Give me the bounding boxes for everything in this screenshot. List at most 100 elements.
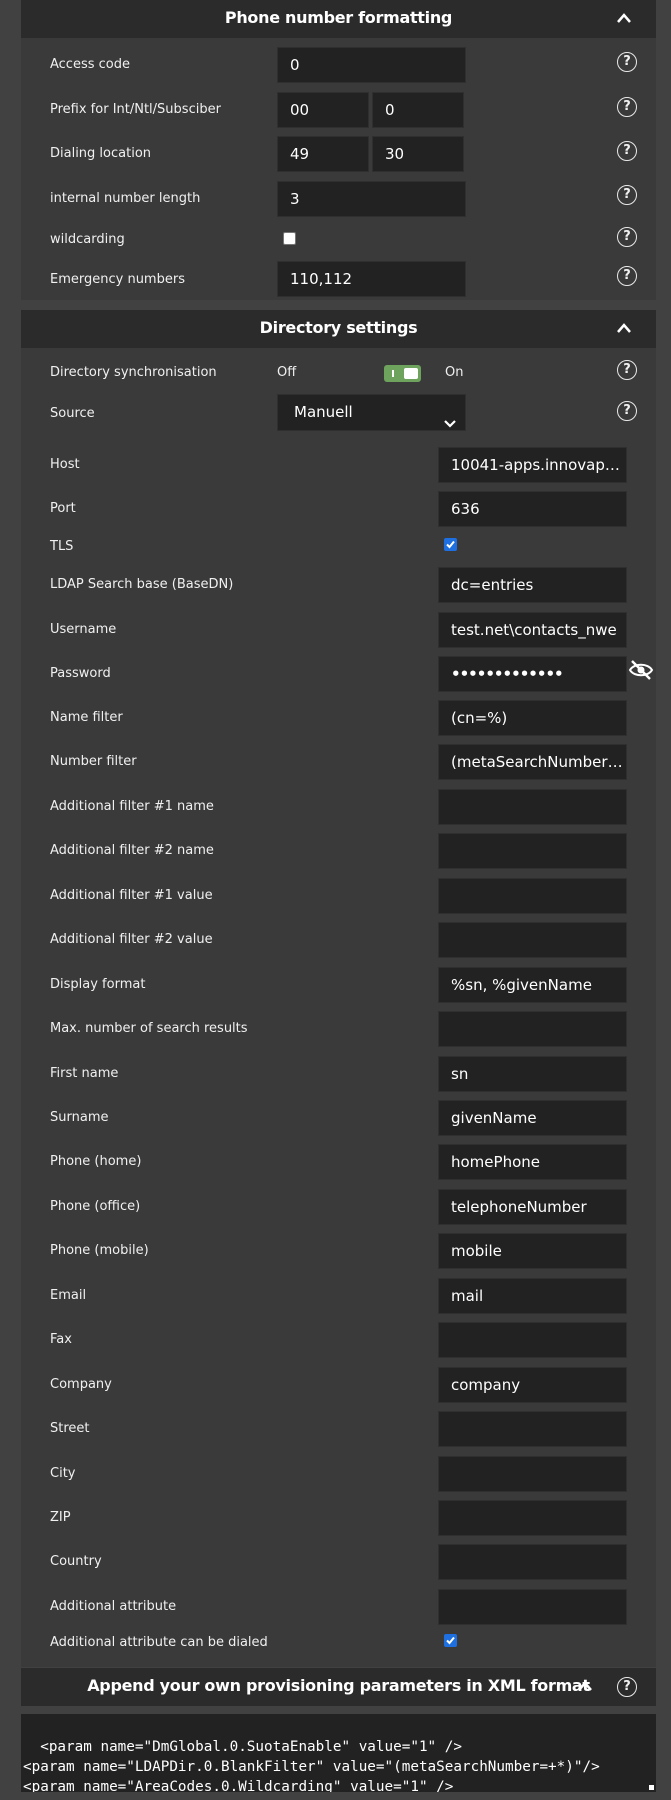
help-icon[interactable]: ? xyxy=(617,401,637,421)
phone-mobile-input[interactable]: mobile xyxy=(438,1233,627,1269)
email-label: Email xyxy=(50,1288,87,1303)
phone-home-label: Phone (home) xyxy=(50,1154,142,1169)
section-title: Append your own provisioning parameters … xyxy=(87,1676,590,1695)
fax-input[interactable] xyxy=(438,1322,627,1358)
phone-home-input[interactable]: homePhone xyxy=(438,1144,627,1180)
display-format-input[interactable]: %sn, %givenName xyxy=(438,967,627,1003)
phone-office-input[interactable]: telephoneNumber xyxy=(438,1189,627,1225)
number-filter-label: Number filter xyxy=(50,754,137,769)
wildcarding-checkbox[interactable] xyxy=(283,232,296,245)
add-filter2-name-input[interactable] xyxy=(438,833,627,869)
surname-label: Surname xyxy=(50,1110,109,1125)
chevron-up-icon[interactable] xyxy=(577,1680,593,1694)
add-filter2-value-input[interactable] xyxy=(438,922,627,958)
xml-header[interactable]: Append your own provisioning parameters … xyxy=(21,1668,656,1706)
fax-label: Fax xyxy=(50,1332,72,1347)
company-input[interactable]: company xyxy=(438,1367,627,1403)
password-input[interactable]: ••••••••••••• xyxy=(438,656,627,692)
first-name-label: First name xyxy=(50,1066,119,1081)
access-code-label: Access code xyxy=(50,57,130,72)
max-results-input[interactable] xyxy=(438,1011,627,1047)
prefix-int-input[interactable]: 00 xyxy=(277,92,369,128)
additional-attr-label: Additional attribute xyxy=(50,1599,177,1614)
additional-attr-input[interactable] xyxy=(438,1589,627,1625)
dialing-location-label: Dialing location xyxy=(50,146,152,161)
city-input[interactable] xyxy=(438,1456,627,1492)
basedn-label: LDAP Search base (BaseDN) xyxy=(50,577,234,592)
internal-length-label: internal number length xyxy=(50,191,201,206)
company-label: Company xyxy=(50,1377,112,1392)
section-title: Phone number formatting xyxy=(224,8,453,27)
name-filter-label: Name filter xyxy=(50,710,123,725)
toggle-mark xyxy=(392,370,394,377)
username-input[interactable]: test.net\contacts_nwe xyxy=(438,612,627,648)
street-input[interactable] xyxy=(438,1411,627,1447)
additional-dialable-label: Additional attribute can be dialed xyxy=(50,1635,268,1650)
help-icon[interactable]: ? xyxy=(617,227,637,247)
country-label: Country xyxy=(50,1554,102,1569)
xml-textarea[interactable]: <param name="DmGlobal.0.SuotaEnable" val… xyxy=(21,1714,656,1792)
prefix-label: Prefix for Int/Ntl/Subsciber xyxy=(50,102,221,117)
zip-input[interactable] xyxy=(438,1500,627,1536)
sync-toggle[interactable] xyxy=(384,365,421,382)
add-filter1-value-input[interactable] xyxy=(438,878,627,914)
first-name-input[interactable]: sn xyxy=(438,1056,627,1092)
chevron-up-icon[interactable] xyxy=(616,12,632,26)
help-icon[interactable]: ? xyxy=(617,185,637,205)
city-label: City xyxy=(50,1466,76,1481)
number-filter-input[interactable]: (metaSearchNumber=%*) xyxy=(438,744,627,780)
source-value: Manuell xyxy=(294,403,353,421)
access-code-input[interactable]: 0 xyxy=(277,47,466,83)
email-input[interactable]: mail xyxy=(438,1278,627,1314)
xml-content: <param name="DmGlobal.0.SuotaEnable" val… xyxy=(23,1739,600,1792)
additional-dialable-checkbox[interactable] xyxy=(444,1634,457,1647)
help-icon[interactable]: ? xyxy=(617,52,637,72)
source-label: Source xyxy=(50,406,95,421)
add-filter1-value-label: Additional filter #1 value xyxy=(50,888,213,903)
add-filter2-name-label: Additional filter #2 name xyxy=(50,843,214,858)
sync-on-label: On xyxy=(445,365,464,380)
sync-off-label: Off xyxy=(277,365,297,380)
eye-slash-icon[interactable] xyxy=(628,659,654,685)
name-filter-input[interactable]: (cn=%) xyxy=(438,700,627,736)
prefix-ntl-input[interactable]: 0 xyxy=(372,92,464,128)
add-filter2-value-label: Additional filter #2 value xyxy=(50,932,213,947)
source-select[interactable]: Manuell xyxy=(277,394,466,431)
phone-mobile-label: Phone (mobile) xyxy=(50,1243,149,1258)
tls-checkbox[interactable] xyxy=(444,538,457,551)
surname-input[interactable]: givenName xyxy=(438,1100,627,1136)
dialing-location-country-input[interactable]: 49 xyxy=(277,136,369,172)
help-icon[interactable]: ? xyxy=(617,1677,637,1697)
help-icon[interactable]: ? xyxy=(617,360,637,380)
host-label: Host xyxy=(50,457,80,472)
max-results-label: Max. number of search results xyxy=(50,1021,248,1036)
resize-handle[interactable] xyxy=(649,1785,654,1790)
port-label: Port xyxy=(50,501,76,516)
help-icon[interactable]: ? xyxy=(617,141,637,161)
host-input[interactable]: 10041-apps.innovaphone.com xyxy=(438,447,627,483)
phone-office-label: Phone (office) xyxy=(50,1199,141,1214)
chevron-up-icon[interactable] xyxy=(616,322,632,336)
phone-formatting-header[interactable]: Phone number formatting xyxy=(21,0,656,38)
wildcarding-label: wildcarding xyxy=(50,232,125,247)
password-label: Password xyxy=(50,666,111,681)
emergency-input[interactable]: 110,112 xyxy=(277,261,466,297)
help-icon[interactable]: ? xyxy=(617,266,637,286)
directory-header[interactable]: Directory settings xyxy=(21,310,656,348)
street-label: Street xyxy=(50,1421,90,1436)
country-input[interactable] xyxy=(438,1544,627,1580)
tls-label: TLS xyxy=(50,539,74,554)
internal-length-input[interactable]: 3 xyxy=(277,181,466,217)
toggle-knob xyxy=(404,368,418,379)
emergency-label: Emergency numbers xyxy=(50,272,185,287)
username-label: Username xyxy=(50,622,117,637)
add-filter1-name-label: Additional filter #1 name xyxy=(50,799,214,814)
section-title: Directory settings xyxy=(259,318,418,337)
basedn-input[interactable]: dc=entries xyxy=(438,567,627,603)
help-icon[interactable]: ? xyxy=(617,97,637,117)
dialing-location-area-input[interactable]: 30 xyxy=(372,136,464,172)
zip-label: ZIP xyxy=(50,1510,71,1525)
sync-label: Directory synchronisation xyxy=(50,365,217,380)
port-input[interactable]: 636 xyxy=(438,491,627,527)
add-filter1-name-input[interactable] xyxy=(438,789,627,825)
